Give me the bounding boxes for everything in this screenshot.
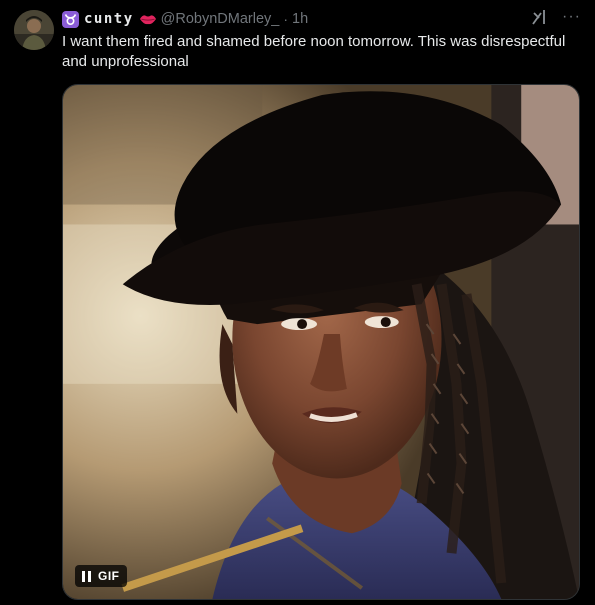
avatar[interactable]	[14, 10, 54, 50]
gif-badge[interactable]: GIF	[75, 565, 127, 587]
tweet-actions: ···	[532, 9, 581, 25]
gif-media[interactable]: GIF	[62, 84, 580, 600]
handle[interactable]: @RobynDMarley_	[161, 11, 280, 27]
lips-icon	[139, 14, 157, 25]
more-icon[interactable]: ···	[562, 9, 581, 25]
gif-frame-image	[63, 85, 579, 599]
tweet-text: I want them fired and shamed before noon…	[62, 33, 566, 70]
grok-icon[interactable]	[532, 9, 548, 25]
timestamp[interactable]: 1h	[292, 11, 308, 27]
avatar-image	[14, 10, 54, 50]
tweet: cunty @RobynDMarley_ · 1h ··· I want the…	[0, 0, 595, 605]
gif-label: GIF	[98, 569, 120, 583]
display-name[interactable]: cunty	[84, 11, 134, 27]
taurus-sign-icon	[62, 10, 79, 28]
separator: ·	[283, 11, 289, 27]
pause-icon[interactable]	[82, 570, 91, 582]
tweet-header: cunty @RobynDMarley_ · 1h	[62, 10, 308, 28]
